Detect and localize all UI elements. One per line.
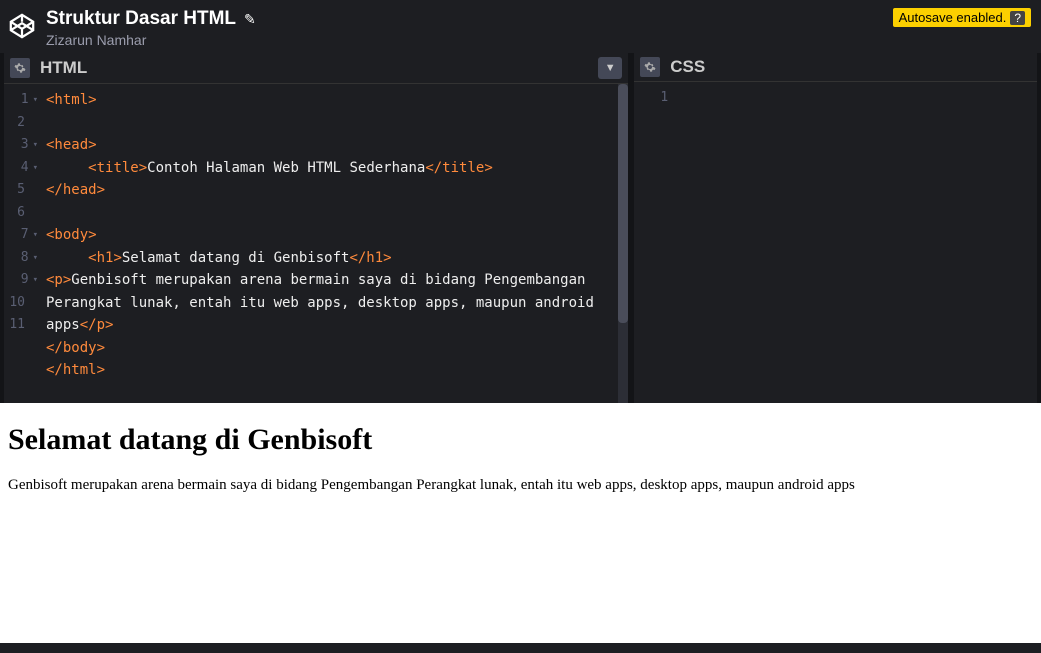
code-line[interactable]: <p>Genbisoft merupakan arena bermain say…: [46, 269, 612, 337]
gutter-line: 7▾: [4, 224, 38, 247]
code-line[interactable]: <body>: [46, 224, 612, 247]
gear-icon[interactable]: [10, 58, 30, 78]
chevron-down-icon[interactable]: ▼: [598, 57, 622, 79]
editors-row: HTML ▼ 1▾23▾4▾567▾8▾9▾1011 <html> <head>…: [0, 53, 1041, 403]
editor-title-group: HTML: [10, 58, 87, 78]
header-left: Struktur Dasar HTML ✎ Zizarun Namhar: [8, 8, 256, 48]
code-line[interactable]: </body>: [46, 337, 612, 360]
html-editor-header: HTML ▼: [4, 53, 628, 84]
pen-title[interactable]: Struktur Dasar HTML: [46, 8, 236, 30]
gutter-line: 11: [4, 314, 38, 337]
css-editor: CSS 1: [634, 53, 1037, 403]
scrollbar[interactable]: [618, 84, 628, 403]
gutter-line: 4▾: [4, 157, 38, 180]
html-code-area[interactable]: 1▾23▾4▾567▾8▾9▾1011 <html> <head> <title…: [4, 84, 628, 403]
autosave-label: Autosave enabled.: [899, 10, 1007, 25]
html-code-content[interactable]: <html> <head> <title>Contoh Halaman Web …: [46, 84, 628, 403]
gutter-line: 1: [634, 87, 668, 110]
title-area: Struktur Dasar HTML ✎ Zizarun Namhar: [46, 8, 256, 48]
gutter-line: 8▾: [4, 247, 38, 270]
html-editor-title: HTML: [40, 58, 87, 78]
autosave-badge[interactable]: Autosave enabled. ?: [893, 8, 1031, 27]
scrollbar-thumb[interactable]: [618, 84, 628, 323]
author-name[interactable]: Zizarun Namhar: [46, 32, 256, 48]
css-code-content[interactable]: [676, 82, 1037, 403]
html-gutter: 1▾23▾4▾567▾8▾9▾1011: [4, 84, 46, 403]
title-row: Struktur Dasar HTML ✎: [46, 8, 256, 30]
preview-pane: Selamat datang di Genbisoft Genbisoft me…: [0, 403, 1041, 643]
gutter-line: 2: [4, 112, 38, 135]
gutter-line: 6: [4, 202, 38, 225]
code-line[interactable]: <head>: [46, 134, 612, 157]
code-line[interactable]: </html>: [46, 359, 612, 382]
editor-title-group: CSS: [640, 57, 705, 77]
app-header: Struktur Dasar HTML ✎ Zizarun Namhar Aut…: [0, 0, 1041, 53]
autosave-help-icon[interactable]: ?: [1010, 11, 1025, 25]
html-editor: HTML ▼ 1▾23▾4▾567▾8▾9▾1011 <html> <head>…: [4, 53, 628, 403]
gutter-line: 1▾: [4, 89, 38, 112]
code-line[interactable]: [46, 112, 612, 135]
code-line[interactable]: </head>: [46, 179, 612, 202]
css-editor-header: CSS: [634, 53, 1037, 82]
code-line[interactable]: [46, 202, 612, 225]
preview-paragraph: Genbisoft merupakan arena bermain saya d…: [8, 477, 1033, 494]
codepen-logo-icon[interactable]: [8, 12, 36, 40]
code-line[interactable]: <html>: [46, 89, 612, 112]
edit-icon[interactable]: ✎: [244, 11, 256, 28]
gear-icon[interactable]: [640, 57, 660, 77]
gutter-line: 5: [4, 179, 38, 202]
preview-heading: Selamat datang di Genbisoft: [8, 423, 1033, 457]
css-editor-title: CSS: [670, 57, 705, 77]
css-gutter: 1: [634, 82, 676, 403]
code-line[interactable]: <h1>Selamat datang di Genbisoft</h1>: [46, 247, 612, 270]
css-code-area[interactable]: 1: [634, 82, 1037, 403]
gutter-line: 10: [4, 292, 38, 315]
gutter-line: 3▾: [4, 134, 38, 157]
gutter-line: 9▾: [4, 269, 38, 292]
code-line[interactable]: <title>Contoh Halaman Web HTML Sederhana…: [46, 157, 612, 180]
